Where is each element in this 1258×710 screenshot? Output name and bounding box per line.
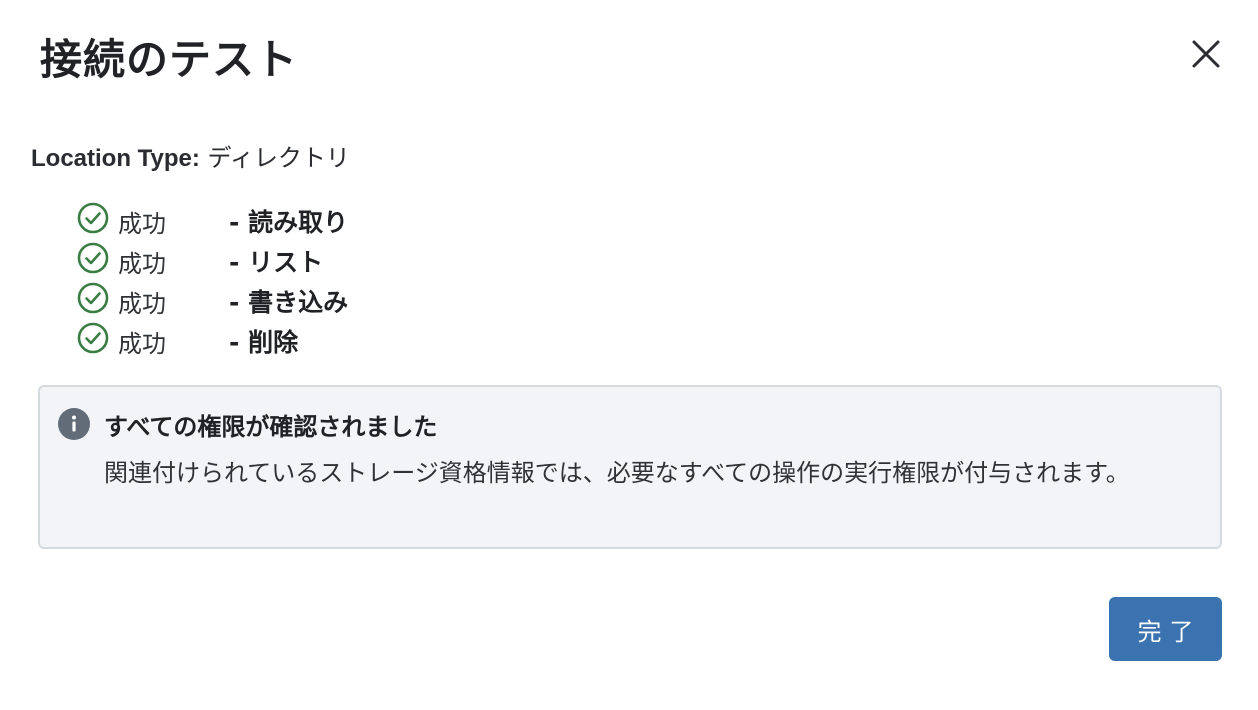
dialog-title: 接続のテスト: [40, 35, 299, 84]
info-icon: [58, 408, 90, 440]
check-results-list: 成功 - 読み取り 成功 - リスト 成功 - 書き込み 成功 - 削除: [77, 200, 397, 360]
check-status: 成功: [118, 330, 166, 358]
check-circle-icon: [77, 202, 109, 234]
check-operation: - 書き込み: [229, 288, 349, 317]
check-status: 成功: [118, 210, 166, 238]
check-row-list: 成功 - リスト: [77, 240, 397, 280]
location-type-value: ディレクトリ: [207, 144, 350, 172]
check-circle-icon: [77, 322, 109, 354]
check-row-delete: 成功 - 削除: [77, 320, 397, 360]
close-button[interactable]: [1186, 34, 1226, 74]
check-circle-icon: [77, 242, 109, 274]
info-body: 関連付けられているストレージ資格情報では、必要なすべての操作の実行権限が付与され…: [104, 459, 1130, 487]
location-type-label: Location Type:: [31, 145, 200, 172]
check-status: 成功: [118, 290, 166, 318]
check-row-read: 成功 - 読み取り: [77, 200, 397, 240]
close-icon: [1192, 40, 1220, 68]
check-status: 成功: [118, 250, 166, 278]
info-title: すべての権限が確認されました: [104, 413, 438, 441]
info-alert: すべての権限が確認されました 関連付けられているストレージ資格情報では、必要なす…: [38, 385, 1222, 549]
check-operation: - リスト: [229, 248, 324, 277]
location-type: Location Type: ディレクトリ: [31, 138, 350, 173]
check-row-write: 成功 - 書き込み: [77, 280, 397, 320]
done-button[interactable]: 完了: [1109, 597, 1222, 661]
check-operation: - 読み取り: [229, 208, 349, 237]
check-circle-icon: [77, 282, 109, 314]
check-operation: - 削除: [229, 328, 299, 357]
test-connection-dialog: 接続のテスト Location Type: ディレクトリ 成功 - 読み取り 成…: [0, 0, 1258, 710]
